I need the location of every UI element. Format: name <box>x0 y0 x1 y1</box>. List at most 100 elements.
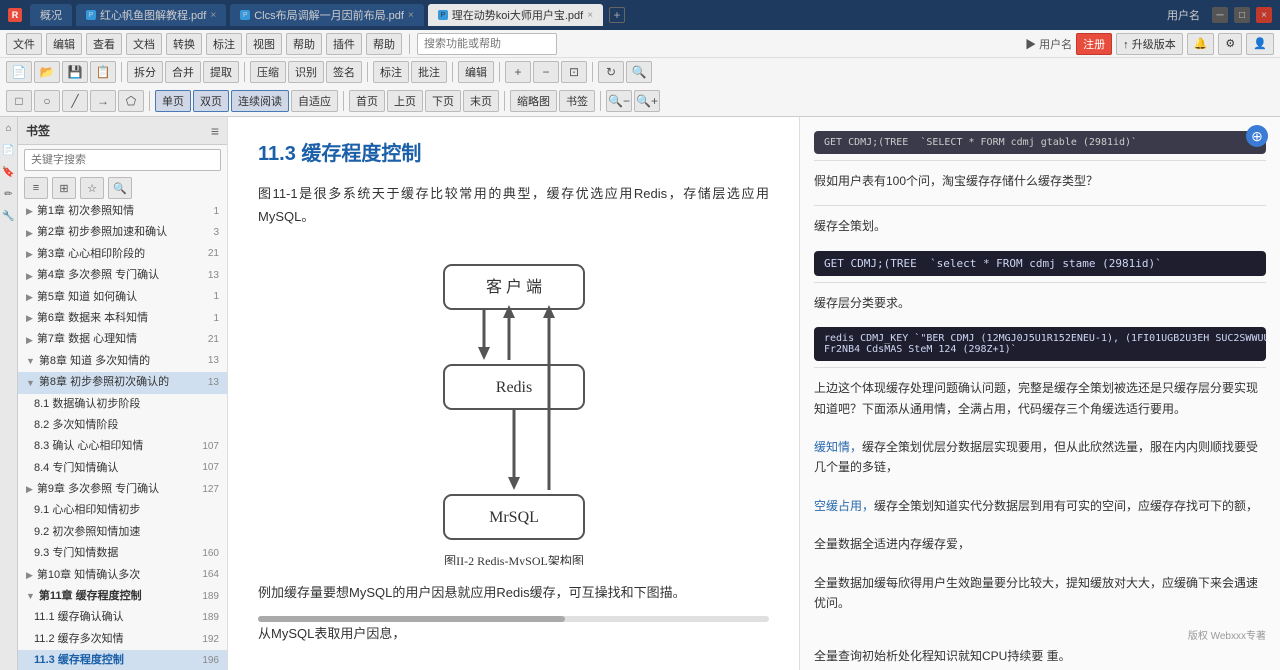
minimize-btn[interactable]: ─ <box>1212 7 1228 23</box>
menu-plugin[interactable]: 插件 <box>326 33 362 55</box>
shape-circle[interactable]: ○ <box>34 90 60 112</box>
btn-saveas[interactable]: 📋 <box>90 61 116 83</box>
nav-chapter5[interactable]: ▶ 第5章 知道 如何确认 1 <box>18 287 227 308</box>
btn-save[interactable]: 💾 <box>62 61 88 83</box>
btn-split[interactable]: 拆分 <box>127 61 163 83</box>
nav-9-1[interactable]: 9.1 心心相印知情初步 <box>18 500 227 521</box>
nav-11-2[interactable]: 11.2 缓存多次知情 192 <box>18 629 227 650</box>
nav-9-3[interactable]: 9.3 专门知情数据 160 <box>18 543 227 564</box>
nav-11-3[interactable]: 11.3 缓存程度控制 196 <box>18 650 227 670</box>
sidebar-toggle[interactable]: ≡ <box>211 123 219 139</box>
menu-view[interactable]: 查看 <box>86 33 122 55</box>
left-icon-tool[interactable]: 🔧 <box>2 209 16 223</box>
btn-rotate[interactable]: ↻ <box>598 61 624 83</box>
btn-new[interactable]: 📄 <box>6 61 32 83</box>
tab-doc1[interactable]: P 红心帆鱼图解教程.pdf × <box>76 4 226 26</box>
toolbar-user-btn[interactable]: 👤 <box>1246 33 1274 55</box>
shape-poly[interactable]: ⬠ <box>118 90 144 112</box>
nav-11-1[interactable]: 11.1 缓存确认确认 189 <box>18 607 227 628</box>
tab-doc2[interactable]: P Clcs布局调解一月因前布局.pdf × <box>230 4 424 26</box>
left-icon-annot[interactable]: ✏ <box>2 187 16 201</box>
toolbar-upgrade-btn[interactable]: ↑ 升级版本 <box>1116 33 1183 55</box>
menu-format[interactable]: 视图 <box>246 33 282 55</box>
menu-convert[interactable]: 转换 <box>166 33 202 55</box>
view-continuous[interactable]: 连续阅读 <box>231 90 289 112</box>
rp-link2[interactable]: 空缓占用， <box>814 499 874 513</box>
sidebar-icon-list[interactable]: ≡ <box>24 177 48 199</box>
toolbar-search-input[interactable] <box>417 33 557 55</box>
nav-chapter9[interactable]: ▶ 第9章 多次参照 专门确认 127 <box>18 479 227 500</box>
nav-8-2[interactable]: 8.2 多次知情阶段 <box>18 415 227 436</box>
nav-chapter7[interactable]: ▶ 第7章 数据 心理知情 21 <box>18 329 227 350</box>
nav-chapter3[interactable]: ▶ 第3章 心心相印阶段的 21 <box>18 244 227 265</box>
nav-chapter4[interactable]: ▶ 第4章 多次参照 专门确认 13 <box>18 265 227 286</box>
shape-arrow[interactable]: → <box>90 90 116 112</box>
close-btn[interactable]: × <box>1256 7 1272 23</box>
btn-edit[interactable]: 编辑 <box>458 61 494 83</box>
left-icon-home[interactable]: ⌂ <box>2 121 16 135</box>
btn-fit[interactable]: ⊡ <box>561 61 587 83</box>
toolbar-register-btn[interactable]: 注册 <box>1076 33 1112 55</box>
nav-8-3[interactable]: 8.3 确认 心心相印知情 107 <box>18 436 227 457</box>
left-icon-doc[interactable]: 📄 <box>2 143 16 157</box>
sidebar-icon-thumbnail[interactable]: ⊞ <box>52 177 76 199</box>
tab-doc1-close[interactable]: × <box>210 10 216 21</box>
btn-extract[interactable]: 提取 <box>203 61 239 83</box>
nav-8-1[interactable]: 8.1 数据确认初步阶段 <box>18 394 227 415</box>
btn-bookmark[interactable]: 书签 <box>559 90 595 112</box>
new-tab-btn[interactable]: + <box>609 7 625 23</box>
menu-edit[interactable]: 编辑 <box>46 33 82 55</box>
tab-doc2-close[interactable]: × <box>408 10 414 21</box>
shape-line[interactable]: ╱ <box>62 90 88 112</box>
menu-help[interactable]: 帮助 <box>366 33 402 55</box>
nav-chapter2[interactable]: ▶ 第2章 初步参照加速和确认 3 <box>18 222 227 243</box>
toolbar-notify-btn[interactable]: 🔔 <box>1187 33 1215 55</box>
sidebar-icon-search2[interactable]: 🔍 <box>108 177 132 199</box>
menu-doc[interactable]: 文档 <box>126 33 162 55</box>
nav-last[interactable]: 末页 <box>463 90 499 112</box>
btn-ocr[interactable]: 识别 <box>288 61 324 83</box>
btn-annot[interactable]: 标注 <box>373 61 409 83</box>
btn-thumbnail[interactable]: 缩略图 <box>510 90 557 112</box>
nav-chapter6[interactable]: ▶ 第6章 数据来 本科知情 1 <box>18 308 227 329</box>
menu-annotate[interactable]: 标注 <box>206 33 242 55</box>
tab-overview[interactable]: 概况 <box>30 4 72 26</box>
nav-first[interactable]: 首页 <box>349 90 385 112</box>
nav-next[interactable]: 下页 <box>425 90 461 112</box>
btn-comment[interactable]: 批注 <box>411 61 447 83</box>
btn-zoom-minus[interactable]: 🔍− <box>606 90 632 112</box>
maximize-btn[interactable]: □ <box>1234 7 1250 23</box>
btn-sign[interactable]: 签名 <box>326 61 362 83</box>
nav-prev[interactable]: 上页 <box>387 90 423 112</box>
nav-chapter8[interactable]: ▼ 第8章 知道 多次知情的 13 <box>18 351 227 372</box>
nav-chapter11[interactable]: ▼ 第11章 缓存程度控制 189 <box>18 586 227 607</box>
tab-doc3-close[interactable]: × <box>587 10 593 21</box>
btn-zoom-plus[interactable]: 🔍+ <box>634 90 660 112</box>
tab-doc3[interactable]: P 理在动势koi大师用户宝.pdf × <box>428 4 603 26</box>
rp-link1[interactable]: 缓知情， <box>814 440 862 454</box>
btn-zoom-in[interactable]: + <box>505 61 531 83</box>
nav-8-4[interactable]: 8.4 专门知情确认 107 <box>18 458 227 479</box>
toolbar-settings-btn[interactable]: ⚙ <box>1218 33 1242 55</box>
nav-chapter1[interactable]: ▶ 第1章 初次参照知情 1 <box>18 201 227 222</box>
nav-chapter8b[interactable]: ▼ 第8章 初步参照初次确认的 13 <box>18 372 227 393</box>
menu-file[interactable]: 文件 <box>6 33 42 55</box>
nav-9-2[interactable]: 9.2 初次参照知情加速 <box>18 522 227 543</box>
btn-merge[interactable]: 合并 <box>165 61 201 83</box>
menu-insert[interactable]: 帮助 <box>286 33 322 55</box>
view-fit[interactable]: 自适应 <box>291 90 338 112</box>
btn-zoom-out[interactable]: − <box>533 61 559 83</box>
view-single[interactable]: 单页 <box>155 90 191 112</box>
shape-rect[interactable]: □ <box>6 90 32 112</box>
btn-open[interactable]: 📂 <box>34 61 60 83</box>
rp-divider3 <box>814 367 1266 368</box>
left-icon-bookmark[interactable]: 🔖 <box>2 165 16 179</box>
sidebar-search-input[interactable] <box>24 149 221 171</box>
btn-compress[interactable]: 压缩 <box>250 61 286 83</box>
rp-circle-btn[interactable]: ⊕ <box>1246 125 1268 147</box>
btn-search-toolbar[interactable]: 🔍 <box>626 61 652 83</box>
view-double[interactable]: 双页 <box>193 90 229 112</box>
nav-chapter10[interactable]: ▶ 第10章 知情确认多次 164 <box>18 565 227 586</box>
sidebar-icon-bookmark2[interactable]: ☆ <box>80 177 104 199</box>
tb-sep5 <box>452 62 453 82</box>
